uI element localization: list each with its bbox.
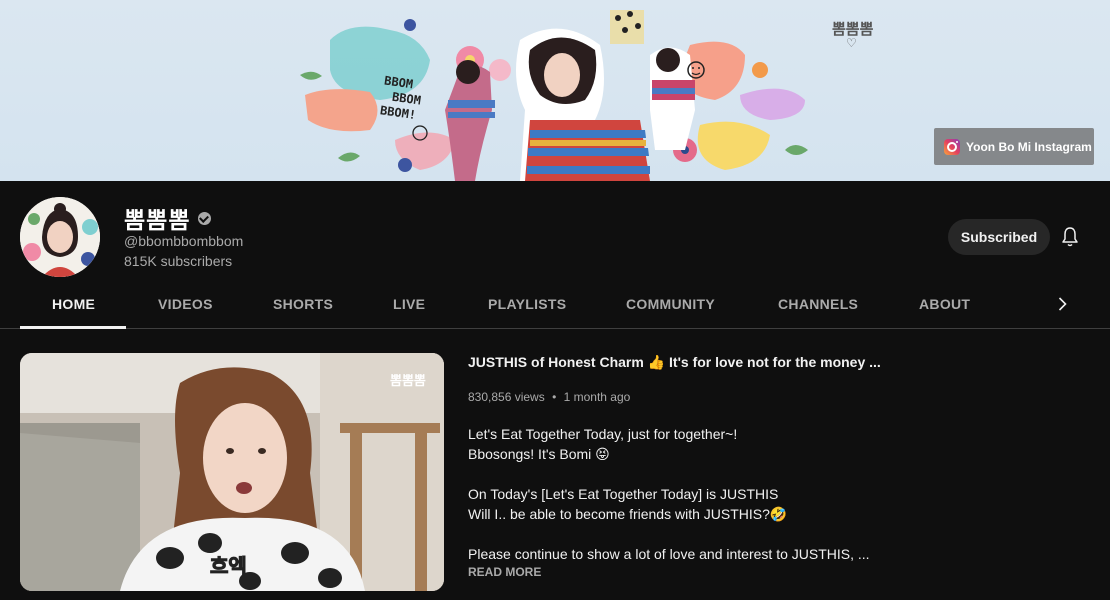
banner-bbom-text: BBOM BBOM BBOM! [379,74,424,124]
tab-live[interactable]: LIVE [393,280,425,328]
subscribed-button[interactable]: Subscribed [948,219,1050,255]
view-count: 830,856 views [468,390,545,404]
bell-icon[interactable] [1058,225,1082,249]
channel-avatar[interactable] [20,197,100,277]
heart-icon: ♡ [846,36,857,50]
verified-check-icon [198,211,212,225]
instagram-link-label: Yoon Bo Mi Instagram [966,139,1092,154]
tab-home[interactable]: HOME [52,280,95,328]
description-line: On Today's [Let's Eat Together Today] is… [468,486,779,502]
upload-age: 1 month ago [563,390,631,404]
channel-tabs: HOME VIDEOS SHORTS LIVE PLAYLISTS COMMUN… [0,280,1110,329]
tab-about[interactable]: ABOUT [919,280,970,328]
channel-banner: BBOM BBOM BBOM! 뽐뽐뽐 ♡ Yoon Bo Mi Instagr… [0,0,1110,181]
featured-video-title[interactable]: JUSTHIS of Honest Charm 👍 It's for love … [468,354,881,371]
description-line: Please continue to show a lot of love an… [468,546,870,562]
channel-title: 뽐뽐뽐 [124,201,212,235]
video-metadata: 830,856 views • 1 month ago [468,390,630,404]
tab-community[interactable]: COMMUNITY [626,280,715,328]
tab-shorts[interactable]: SHORTS [273,280,333,328]
tab-videos[interactable]: VIDEOS [158,280,213,328]
subscriber-count: 815K subscribers [124,253,233,269]
description-line: Will I.. be able to become friends with … [468,506,788,522]
instagram-icon [944,138,960,155]
description-line [468,524,888,544]
active-tab-indicator [20,326,126,329]
description-line: Let's Eat Together Today, just for toget… [468,426,738,442]
description-line: Bbosongs! It's Bomi 😝 [468,446,610,462]
tab-playlists[interactable]: PLAYLISTS [488,280,566,328]
channel-handle: @bbombbombbom [124,233,244,249]
meta-separator: • [552,390,557,404]
video-description: Let's Eat Together Today, just for toget… [468,424,888,564]
thumbnail-logo: 뽐뽐뽐 [390,373,426,388]
thumbnail-caption: 흐엑 [210,556,248,579]
read-more-link[interactable]: READ MORE [468,565,541,579]
instagram-link[interactable]: Yoon Bo Mi Instagram [934,128,1094,165]
avatar-image [20,197,100,277]
channel-name: 뽐뽐뽐 [124,207,191,233]
tab-channels[interactable]: CHANNELS [778,280,858,328]
chevron-right-icon[interactable] [1050,292,1074,316]
featured-video-thumbnail[interactable]: 뽐뽐뽐 흐엑 [20,353,444,591]
description-line [468,464,888,484]
